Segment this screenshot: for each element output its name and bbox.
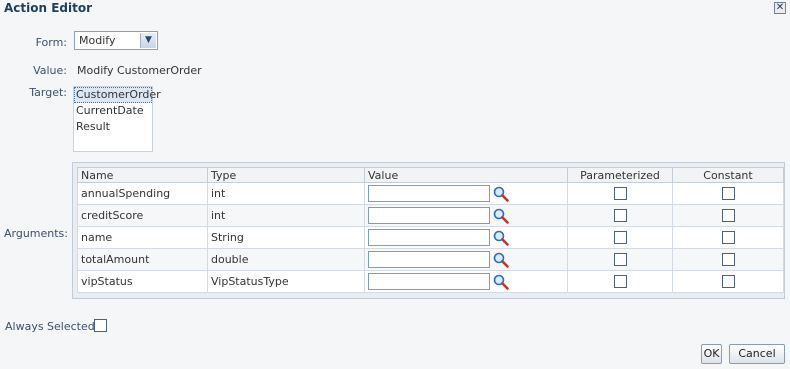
parameterized-checkbox[interactable] (613, 231, 627, 244)
target-item-result[interactable]: Result (74, 119, 152, 135)
target-label: Target: (29, 86, 67, 99)
form-select[interactable]: Modify ▼ (74, 31, 158, 50)
arguments-table-container: Name Type Value Parameterized Constant a… (72, 162, 785, 299)
arg-parameterized-cell (567, 182, 673, 205)
ok-button[interactable]: OK (701, 344, 722, 364)
arg-parameterized-cell (567, 270, 673, 293)
constant-checkbox[interactable] (721, 275, 735, 288)
arg-parameterized-cell (567, 204, 673, 227)
arguments-table: Name Type Value Parameterized Constant a… (77, 167, 784, 293)
title-bar: Action Editor ✕ (0, 0, 790, 18)
arg-value-input[interactable] (368, 207, 490, 224)
arg-value-cell (364, 248, 568, 271)
search-icon[interactable] (492, 251, 510, 269)
constant-checkbox[interactable] (721, 187, 735, 200)
arg-type: String (207, 226, 365, 249)
column-header-name[interactable]: Name (77, 167, 208, 183)
search-icon[interactable] (492, 229, 510, 247)
arg-value-input[interactable] (368, 273, 490, 290)
arg-parameterized-cell (567, 226, 673, 249)
value-text: Modify CustomerOrder (77, 64, 202, 77)
close-icon[interactable]: ✕ (774, 2, 786, 14)
arg-constant-cell (672, 248, 784, 271)
arg-parameterized-cell (567, 248, 673, 271)
arguments-label: Arguments: (3, 227, 68, 240)
parameterized-checkbox[interactable] (613, 275, 627, 288)
search-icon[interactable] (492, 207, 510, 225)
arg-constant-cell (672, 226, 784, 249)
arg-constant-cell (672, 182, 784, 205)
form-select-value: Modify (79, 34, 116, 47)
arg-constant-cell (672, 270, 784, 293)
arg-type: double (207, 248, 365, 271)
arg-type: VipStatusType (207, 270, 365, 293)
column-header-value[interactable]: Value (364, 167, 568, 183)
constant-checkbox[interactable] (721, 253, 735, 266)
table-row: vipStatus VipStatusType (77, 270, 784, 293)
table-row: name String (77, 226, 784, 249)
dialog-title: Action Editor (4, 1, 93, 15)
arg-type: int (207, 182, 365, 205)
form-label: Form: (35, 36, 67, 49)
always-selected-label: Always Selected: (5, 320, 99, 333)
parameterized-checkbox[interactable] (613, 187, 627, 200)
chevron-down-icon[interactable]: ▼ (140, 33, 156, 48)
table-row: annualSpending int (77, 182, 784, 205)
arg-value-cell (364, 182, 568, 205)
arg-name: name (77, 226, 208, 249)
arg-value-cell (364, 204, 568, 227)
search-icon[interactable] (492, 273, 510, 291)
target-item-customerorder[interactable]: CustomerOrder (74, 87, 161, 103)
arg-name: annualSpending (77, 182, 208, 205)
arg-value-input[interactable] (368, 185, 490, 202)
table-row: creditScore int (77, 204, 784, 227)
value-label: Value: (33, 64, 67, 77)
arg-constant-cell (672, 204, 784, 227)
arg-value-cell (364, 270, 568, 293)
constant-checkbox[interactable] (721, 209, 735, 222)
target-list[interactable]: CustomerOrder CurrentDate Result (73, 86, 161, 152)
table-header-row: Name Type Value Parameterized Constant (77, 167, 784, 183)
target-item-currentdate[interactable]: CurrentDate (74, 103, 152, 119)
search-icon[interactable] (492, 185, 510, 203)
column-header-type[interactable]: Type (207, 167, 365, 183)
column-header-parameterized[interactable]: Parameterized (567, 167, 673, 183)
parameterized-checkbox[interactable] (613, 253, 627, 266)
parameterized-checkbox[interactable] (613, 209, 627, 222)
arg-name: creditScore (77, 204, 208, 227)
column-header-constant[interactable]: Constant (672, 167, 784, 183)
arg-value-input[interactable] (368, 251, 490, 268)
cancel-button[interactable]: Cancel (729, 344, 785, 364)
constant-checkbox[interactable] (721, 231, 735, 244)
arg-type: int (207, 204, 365, 227)
arg-value-input[interactable] (368, 229, 490, 246)
arg-name: totalAmount (77, 248, 208, 271)
always-selected-checkbox[interactable] (94, 319, 107, 332)
table-row: totalAmount double (77, 248, 784, 271)
arg-value-cell (364, 226, 568, 249)
arg-name: vipStatus (77, 270, 208, 293)
